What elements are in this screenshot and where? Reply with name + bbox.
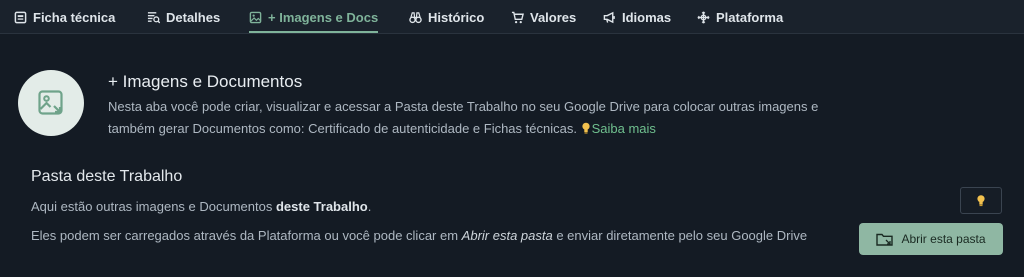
tab-label: Valores	[530, 9, 577, 25]
p1-prefix: Aqui estão outras imagens e Documentos	[31, 199, 276, 214]
open-folder-button[interactable]: Abrir esta pasta	[859, 223, 1003, 255]
tab-valores[interactable]: Valores	[511, 0, 576, 34]
description-text: Nesta aba você pode criar, visualizar e …	[108, 99, 819, 136]
tab-historico[interactable]: Histórico	[409, 0, 484, 34]
page-description: Nesta aba você pode criar, visualizar e …	[108, 96, 868, 140]
binoculars-icon	[409, 11, 422, 23]
tab-idiomas[interactable]: Idiomas	[603, 0, 671, 34]
cart-icon	[511, 11, 524, 23]
saiba-mais-label: Saiba mais	[591, 121, 656, 136]
section-paragraph-2: Eles podem ser carregados através da Pla…	[31, 225, 831, 246]
open-folder-label: Abrir esta pasta	[901, 232, 986, 246]
tab-imagens-e-docs[interactable]: + Imagens e Docs	[249, 0, 379, 34]
tab-plataforma[interactable]: Plataforma	[697, 0, 783, 34]
page-title: + Imagens e Documentos	[108, 72, 303, 91]
section-title: Pasta deste Trabalho	[31, 168, 183, 185]
tab-label: + Imagens e Docs	[268, 9, 379, 25]
image-link-icon	[38, 90, 63, 115]
section-paragraph-1: Aqui estão outras imagens e Documentos d…	[31, 199, 831, 214]
p2-prefix: Eles podem ser carregados através da Pla…	[31, 228, 462, 243]
details-list-icon	[147, 11, 160, 23]
saiba-mais-link[interactable]: Saiba mais	[581, 121, 656, 136]
tab-detalhes[interactable]: Detalhes	[147, 0, 220, 34]
p1-bold: deste Trabalho	[275, 199, 368, 214]
platform-icon	[697, 11, 710, 23]
megaphone-icon	[603, 11, 615, 23]
lightbulb-icon	[977, 195, 985, 207]
image-icon	[249, 11, 262, 23]
tab-label: Idiomas	[622, 9, 672, 25]
tab-label: Ficha técnica	[33, 9, 116, 25]
tab-label: Histórico	[428, 9, 485, 25]
tab-bar: Ficha técnica Detalhes + Imagens e Docs …	[0, 0, 1024, 34]
document-icon	[14, 11, 27, 23]
p2-suffix: e enviar diretamente pelo seu Google Dri…	[552, 228, 808, 243]
hint-button[interactable]	[960, 187, 1002, 214]
tab-ficha-tecnica[interactable]: Ficha técnica	[14, 0, 115, 34]
tab-label: Detalhes	[166, 9, 221, 25]
tab-label: Plataforma	[716, 9, 784, 25]
hero-icon-badge	[18, 70, 84, 136]
folder-link-icon	[876, 233, 894, 246]
p1-suffix: .	[367, 199, 372, 214]
p2-italic: Abrir esta pasta	[461, 228, 553, 243]
lightbulb-icon	[581, 122, 590, 134]
